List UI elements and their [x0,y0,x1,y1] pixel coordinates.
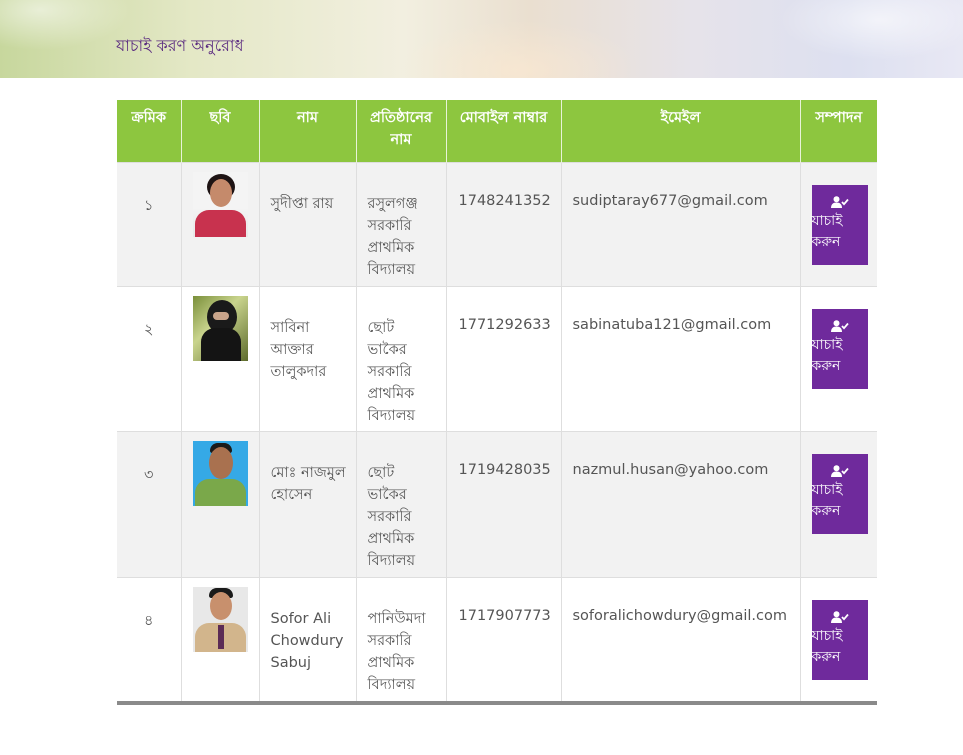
col-header-institution: প্রতিষ্ঠানের নাম [356,100,447,162]
user-check-icon [830,465,849,477]
verify-button-label: যাচাই করুন [811,628,843,665]
col-header-photo: ছবি [181,100,260,162]
user-check-icon [830,611,849,623]
email-cell: sudiptaray677@gmail.com [561,161,801,286]
name-cell: Sofor Ali Chowdury Sabuj [259,576,357,701]
serial-cell: ২ [117,285,182,431]
verification-table: ক্রমিক ছবি নাম প্রতিষ্ঠানের নাম মোবাইল ন… [117,100,877,705]
col-header-mobile: মোবাইল নাম্বার [446,100,562,162]
mobile-cell: 1771292633 [446,285,562,431]
mobile-cell: 1748241352 [446,161,562,286]
user-photo [192,440,248,506]
col-header-name: নাম [259,100,357,162]
email-cell: soforalichowdury@gmail.com [561,576,801,701]
name-cell: সাবিনা আক্তার তালুকদার [259,285,357,431]
email-cell: nazmul.husan@yahoo.com [561,430,801,577]
serial-cell: ৩ [117,430,182,577]
verify-button-label: যাচাই করুন [811,337,843,374]
name-cell: সুদীপ্তা রায় [259,161,357,286]
serial-cell: ১ [117,161,182,286]
table-row: ৩ মোঃ নাজমুল হোসেন ছোট ভাকৈর সরকারি প্রা… [117,430,877,577]
table-header-row: ক্রমিক ছবি নাম প্রতিষ্ঠানের নাম মোবাইল ন… [117,100,877,162]
name-cell: মোঃ নাজমুল হোসেন [259,430,357,577]
verify-button[interactable]: যাচাই করুন [811,599,868,680]
header-banner: যাচাই করণ অনুরোধ [0,0,963,78]
email-cell: sabinatuba121@gmail.com [561,285,801,431]
verify-button[interactable]: যাচাই করুন [811,184,868,265]
user-photo [192,171,248,237]
institution-cell: রসুলগঞ্জ সরকারি প্রাথমিক বিদ্যালয় [356,161,447,286]
mobile-cell: 1719428035 [446,430,562,577]
user-photo [192,295,248,361]
table-row: ২ সাবিনা আক্তার তালুকদার ছোট ভাকৈর সরকার… [117,285,877,431]
user-photo [192,586,248,652]
user-check-icon [830,196,849,208]
mobile-cell: 1717907773 [446,576,562,701]
institution-cell: পানিউমদা সরকারি প্রাথমিক বিদ্যালয় [356,576,447,701]
table-row: ৪ Sofor Ali Chowdury Sabuj পানিউমদা সরকা… [117,576,877,701]
col-header-email: ইমেইল [561,100,801,162]
verify-button-label: যাচাই করুন [811,213,843,250]
col-header-action: সম্পাদন [800,100,877,162]
user-check-icon [830,320,849,332]
institution-cell: ছোট ভাকৈর সরকারি প্রাথমিক বিদ্যালয় [356,285,447,431]
table-row: ১ সুদীপ্তা রায় রসুলগঞ্জ সরকারি প্রাথমিক… [117,161,877,286]
page-title: যাচাই করণ অনুরোধ [116,36,244,55]
verify-button[interactable]: যাচাই করুন [811,308,868,389]
serial-cell: ৪ [117,576,182,701]
verify-button[interactable]: যাচাই করুন [811,453,868,534]
verify-button-label: যাচাই করুন [811,482,843,519]
col-header-serial: ক্রমিক [117,100,182,162]
institution-cell: ছোট ভাকৈর সরকারি প্রাথমিক বিদ্যালয় [356,430,447,577]
